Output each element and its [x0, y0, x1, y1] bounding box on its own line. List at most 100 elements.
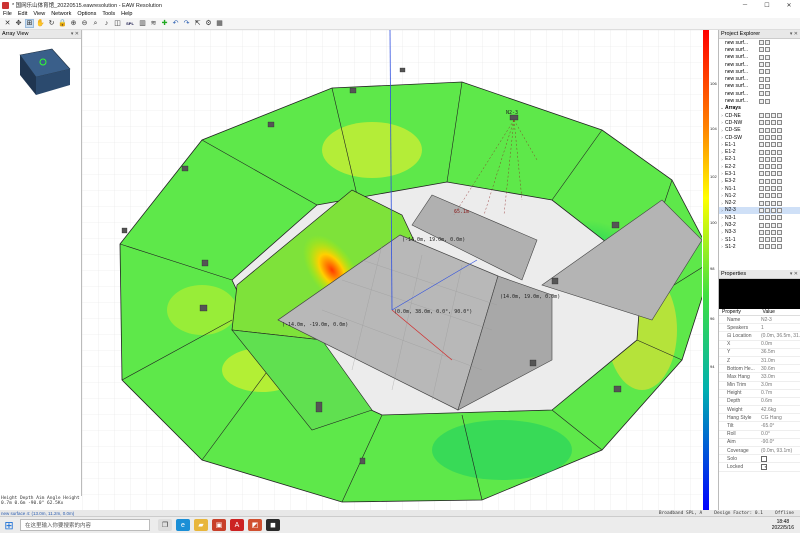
edge-icon[interactable]: e [176, 519, 190, 531]
property-value[interactable]: -65.0° [759, 423, 800, 429]
mute-icon[interactable] [777, 171, 782, 177]
solo-icon[interactable] [771, 171, 776, 177]
rotate-tool-icon[interactable]: ↻ [47, 19, 56, 28]
tree-item-array[interactable]: › N2-3 [719, 206, 800, 215]
solo-icon[interactable] [771, 186, 776, 192]
lock-icon[interactable] [765, 215, 770, 221]
eye-icon[interactable] [759, 120, 764, 126]
grid-tool-icon[interactable]: ⊞ [25, 19, 34, 28]
tree-item-array[interactable]: › CD-NE [719, 112, 800, 119]
mute-icon[interactable] [777, 222, 782, 228]
lock-icon[interactable] [765, 120, 770, 126]
eye-icon[interactable] [759, 54, 764, 60]
property-row[interactable]: X 0.0m [719, 341, 800, 349]
property-value[interactable]: 36.5m [759, 349, 800, 355]
tree-item-surface[interactable]: new surf... [719, 97, 800, 104]
property-value[interactable]: 3.0m [759, 382, 800, 388]
property-row[interactable]: Min Trim 3.0m [719, 382, 800, 390]
mute-icon[interactable] [777, 186, 782, 192]
mute-icon[interactable] [777, 120, 782, 126]
lock-icon[interactable] [765, 69, 770, 75]
property-value[interactable]: 42.6kg [759, 407, 800, 413]
solo-icon[interactable] [771, 222, 776, 228]
tree-item-array[interactable]: › N1-1 [719, 185, 800, 192]
panel-pin-icon[interactable]: ▾ ✕ [790, 271, 800, 277]
property-value[interactable]: (0.0m, 93.1m) [759, 448, 800, 454]
eye-icon[interactable] [759, 215, 764, 221]
zoom-in-icon[interactable]: ⊕ [69, 19, 78, 28]
mute-icon[interactable] [777, 113, 782, 119]
solo-icon[interactable] [771, 135, 776, 140]
mute-icon[interactable] [777, 164, 782, 170]
mute-icon[interactable] [777, 127, 782, 133]
settings-icon[interactable]: ⚙ [204, 19, 213, 28]
export-icon[interactable]: ⇱ [193, 19, 202, 28]
property-value[interactable]: N2-3 [759, 317, 800, 323]
explorer-icon[interactable]: ▰ [194, 519, 208, 531]
panel-pin-icon[interactable]: ▾ ✕ [790, 31, 800, 37]
property-row[interactable]: Speakers 1 [719, 324, 800, 333]
eye-icon[interactable] [759, 193, 764, 199]
eye-icon[interactable] [759, 178, 764, 184]
property-value[interactable]: 30.6m [759, 366, 800, 372]
speaker-array[interactable] [529, 359, 537, 367]
tree-item-array[interactable]: › N2-2 [719, 200, 800, 207]
tree-item-array[interactable]: › CD-NW [719, 119, 800, 126]
solo-icon[interactable] [771, 156, 776, 162]
autocad-icon[interactable]: A [230, 519, 244, 531]
menu-network[interactable]: Network [51, 11, 71, 17]
eaw-resolution-icon[interactable]: ◩ [248, 519, 262, 531]
lock-icon[interactable] [765, 178, 770, 184]
locked-checkbox[interactable]: ✓ [761, 463, 767, 470]
property-row[interactable]: ⊟ Location (0.0m, 36.5m, 31.0m) [719, 332, 800, 341]
add-icon[interactable]: ✚ [160, 19, 169, 28]
eye-icon[interactable] [759, 113, 764, 119]
lock-icon[interactable] [765, 98, 770, 104]
eye-icon[interactable] [759, 229, 764, 235]
tree-item-array[interactable]: › E2-1 [719, 156, 800, 163]
speaker-array[interactable] [199, 304, 208, 312]
solo-checkbox[interactable] [761, 455, 767, 462]
tree-item-array[interactable]: › E2-2 [719, 163, 800, 170]
property-row[interactable]: Max Hang 33.0m [719, 373, 800, 382]
lock-icon[interactable] [765, 193, 770, 199]
tree-item-array[interactable]: › E1-1 [719, 141, 800, 148]
eye-icon[interactable] [759, 135, 764, 140]
lock-icon[interactable] [765, 135, 770, 140]
tree-item-array[interactable]: › N3-2 [719, 221, 800, 228]
eye-icon[interactable] [759, 91, 764, 97]
zoom-out-icon[interactable]: ⊖ [80, 19, 89, 28]
mute-icon[interactable] [777, 142, 782, 148]
lock-icon[interactable] [765, 229, 770, 235]
lock-icon[interactable] [765, 200, 770, 206]
panel-pin-icon[interactable]: ▾ ✕ [71, 31, 81, 37]
solo-icon[interactable] [771, 215, 776, 221]
eye-icon[interactable] [759, 200, 764, 206]
eye-icon[interactable] [759, 164, 764, 170]
solo-icon[interactable] [771, 229, 776, 235]
menu-help[interactable]: Help [121, 11, 132, 17]
eye-icon[interactable] [759, 127, 764, 133]
mute-icon[interactable] [777, 215, 782, 221]
eye-icon[interactable] [759, 98, 764, 104]
lock-icon[interactable] [765, 149, 770, 155]
property-value[interactable]: -90.0° [759, 439, 800, 445]
eye-icon[interactable] [759, 244, 764, 250]
solo-icon[interactable] [771, 193, 776, 199]
lock-icon[interactable] [765, 40, 770, 46]
eye-icon[interactable] [759, 149, 764, 155]
lock-icon[interactable] [765, 164, 770, 170]
property-value[interactable]: 0.0° [759, 431, 800, 437]
lock-icon[interactable]: 🔒 [58, 19, 67, 28]
eye-icon[interactable] [759, 156, 764, 162]
speaker-array[interactable] [315, 401, 323, 413]
speaker-array[interactable] [613, 385, 622, 393]
tree-item-array[interactable]: › S1-1 [719, 236, 800, 243]
speaker-array[interactable] [399, 67, 406, 73]
speaker-array[interactable] [349, 87, 357, 94]
property-row[interactable]: Aim -90.0° [719, 439, 800, 447]
mute-icon[interactable] [777, 229, 782, 235]
eye-icon[interactable] [759, 47, 764, 53]
speaker-array[interactable] [181, 165, 189, 172]
property-row[interactable]: Y 36.5m [719, 349, 800, 357]
